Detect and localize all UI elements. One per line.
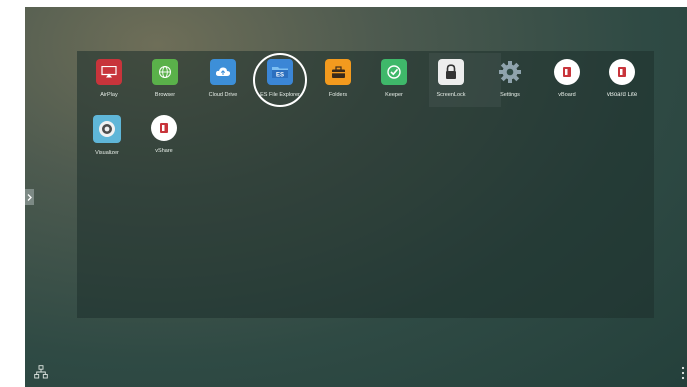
app-label: vBoard <box>558 92 576 98</box>
app-cloud-drive[interactable]: Cloud Drive <box>194 59 252 109</box>
svg-text:ES: ES <box>276 73 284 79</box>
app-label: vBoard Lite <box>606 92 638 98</box>
app-airplay[interactable]: AirPlay <box>80 59 138 109</box>
more-vertical-icon[interactable] <box>680 364 686 382</box>
app-label: Cloud Drive <box>208 92 238 98</box>
gear-icon <box>497 59 523 85</box>
app-label: Browser <box>154 92 176 98</box>
camera-lens-icon <box>93 115 121 143</box>
app-vboard[interactable]: vBoard <box>538 59 596 109</box>
chevron-right-icon <box>27 193 32 201</box>
padlock-icon <box>438 59 464 85</box>
vboard-icon <box>554 59 580 85</box>
app-vboard-lite[interactable]: vBoard Lite <box>593 59 651 109</box>
app-settings[interactable]: Settings <box>481 59 539 109</box>
app-label: ScreenLock <box>436 92 466 98</box>
launcher-screen: AirPlay Browser Cloud Drive ES ES File E… <box>25 7 687 387</box>
vboard-lite-icon <box>609 59 635 85</box>
app-launcher-panel: AirPlay Browser Cloud Drive ES ES File E… <box>77 51 654 318</box>
app-label: vShare <box>155 148 173 154</box>
app-browser[interactable]: Browser <box>136 59 194 109</box>
cloud-upload-icon <box>210 59 236 85</box>
airplay-icon <box>96 59 122 85</box>
es-folder-icon: ES <box>267 59 293 85</box>
app-screenlock[interactable]: ScreenLock <box>422 59 480 109</box>
app-label: Keeper <box>385 92 403 98</box>
app-folders[interactable]: Folders <box>309 59 367 109</box>
app-vshare[interactable]: vShare <box>135 115 193 165</box>
app-visualizer[interactable]: Visualizer <box>78 115 136 165</box>
keeper-check-icon <box>381 59 407 85</box>
app-es-file-explorer[interactable]: ES ES File Explorer <box>251 59 309 109</box>
app-label: ES File Explorer <box>260 92 300 98</box>
globe-icon <box>152 59 178 85</box>
app-label: Visualizer <box>95 150 119 156</box>
briefcase-icon <box>325 59 351 85</box>
app-label: Settings <box>500 92 520 98</box>
app-label: Folders <box>328 92 348 98</box>
app-label: AirPlay <box>100 92 118 98</box>
side-drawer-tab[interactable] <box>25 189 34 205</box>
app-keeper[interactable]: Keeper <box>365 59 423 109</box>
vshare-icon <box>151 115 177 141</box>
network-icon[interactable] <box>34 365 48 379</box>
